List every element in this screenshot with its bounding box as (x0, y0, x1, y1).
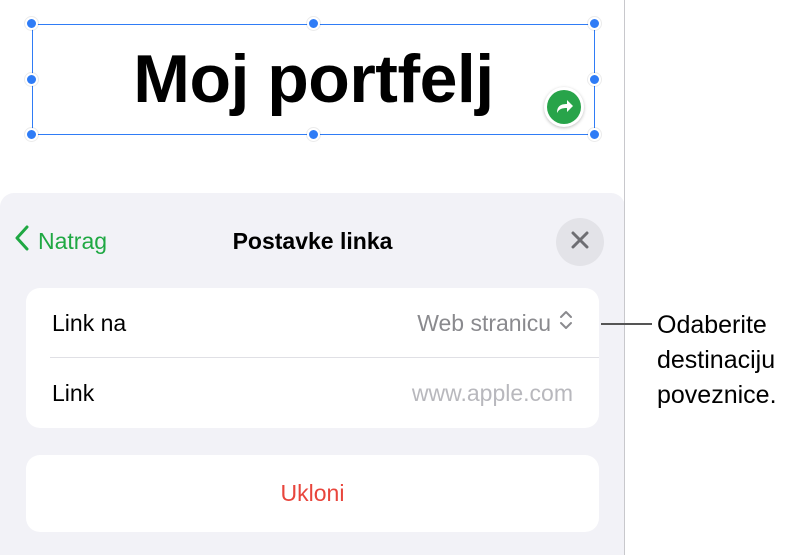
link-settings-sheet: Natrag Postavke linka Link na Web strani… (0, 193, 624, 555)
link-to-row[interactable]: Link na Web stranicu (26, 288, 599, 358)
callout-text: Odaberite destinaciju poveznice. (657, 311, 777, 409)
close-button[interactable] (556, 218, 604, 266)
back-button-label: Natrag (38, 227, 108, 254)
back-button[interactable]: Natrag (14, 225, 108, 257)
resize-handle-bottom-left[interactable] (25, 128, 38, 141)
link-type-value: Web stranicu (417, 309, 551, 336)
resize-handle-top-center[interactable] (307, 17, 320, 30)
callout-leader-line (601, 323, 652, 325)
link-options-group: Link na Web stranicu Link www.apple.com (26, 288, 599, 428)
resize-handle-bottom-right[interactable] (588, 128, 601, 141)
link-badge[interactable] (544, 87, 584, 127)
close-icon (571, 231, 589, 254)
resize-handle-top-left[interactable] (25, 17, 38, 30)
sheet-title: Postavke linka (232, 228, 393, 254)
selection-box (32, 24, 595, 135)
remove-link-button[interactable]: Ukloni (26, 455, 599, 532)
resize-handle-bottom-center[interactable] (307, 128, 320, 141)
link-url-row: Link www.apple.com (26, 358, 599, 428)
resize-handle-middle-left[interactable] (25, 73, 38, 86)
link-to-label: Link na (52, 309, 127, 336)
link-url-field[interactable]: www.apple.com (412, 380, 573, 407)
resize-handle-middle-right[interactable] (588, 73, 601, 86)
resize-handle-top-right[interactable] (588, 17, 601, 30)
chevron-left-icon (14, 225, 30, 257)
chevron-updown-icon (559, 309, 573, 337)
link-type-selector[interactable]: Web stranicu (417, 309, 573, 337)
ipad-screen: Moj portfelj Natrag Postavke linka Link … (0, 0, 625, 555)
link-url-label: Link (52, 379, 95, 406)
link-arrow-icon (547, 90, 581, 124)
